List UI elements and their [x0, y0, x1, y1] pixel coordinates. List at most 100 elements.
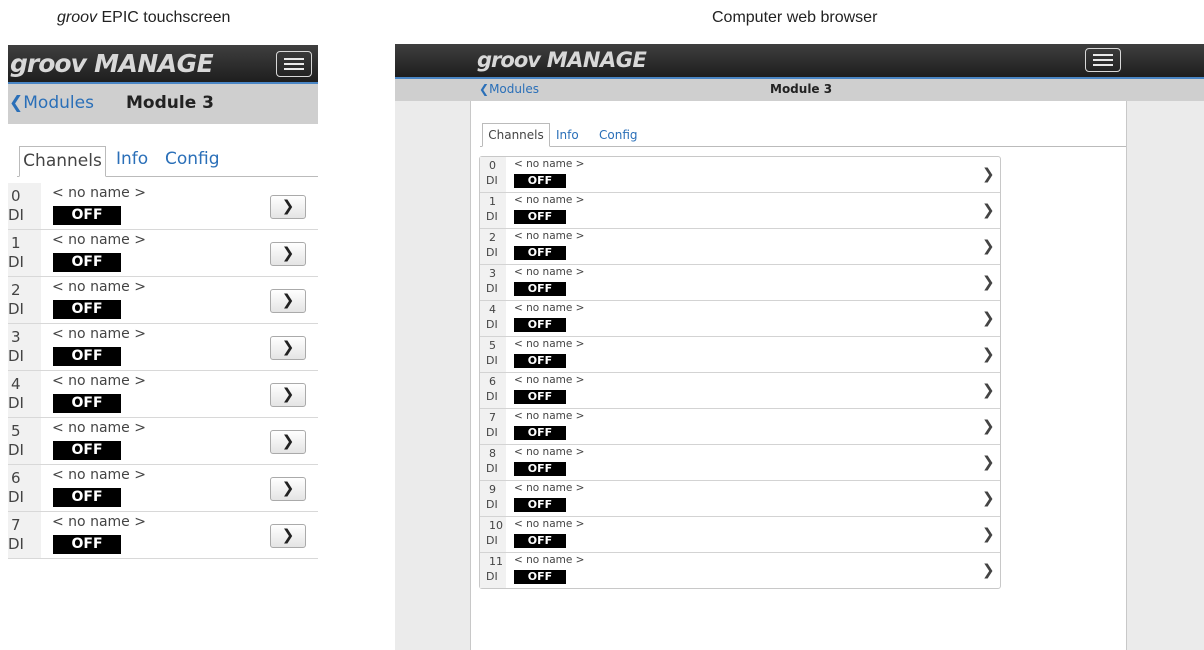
channel-row[interactable]: 3 DI < no name > OFF ❯ [8, 324, 318, 371]
channel-state-badge: OFF [53, 488, 121, 507]
channel-number: 4 [11, 375, 21, 393]
channel-name: < no name > [514, 518, 585, 530]
channel-name: < no name > [52, 279, 146, 295]
channel-row[interactable]: 1 DI < no name > OFF ❯ [8, 230, 318, 277]
channel-detail-button[interactable]: ❯ [270, 430, 306, 454]
channel-row[interactable]: 6 DI < no name > OFF ❯ [8, 465, 318, 512]
channel-row[interactable]: 7 DI < no name > OFF ❯ [8, 512, 318, 559]
channel-type: DI [8, 488, 24, 506]
channel-row[interactable]: 6 DI < no name > OFF ❯ [480, 373, 1000, 409]
channel-detail-button[interactable]: ❯ [270, 289, 306, 313]
channel-type: DI [486, 390, 498, 403]
channel-type: DI [486, 318, 498, 331]
channel-number: 7 [11, 516, 21, 534]
channel-number: 4 [489, 303, 496, 316]
channel-name: < no name > [52, 420, 146, 436]
tab-channels[interactable]: Channels [19, 146, 106, 177]
channel-name: < no name > [514, 482, 585, 494]
channel-row[interactable]: 10 DI < no name > OFF ❯ [480, 517, 1000, 553]
channel-type: DI [486, 174, 498, 187]
channel-row[interactable]: 0 DI < no name > OFF ❯ [8, 183, 318, 230]
tab-config[interactable]: Config [599, 128, 638, 142]
chevron-right-icon: ❯ [281, 432, 295, 450]
tab-info[interactable]: Info [116, 149, 148, 169]
browser-caption: Computer web browser [712, 9, 878, 26]
chevron-left-icon: ❮ [9, 93, 24, 113]
channel-row[interactable]: 7 DI < no name > OFF ❯ [480, 409, 1000, 445]
caption-touchscreen-text: EPIC touchscreen [97, 9, 231, 26]
chevron-right-icon[interactable]: ❯ [982, 453, 995, 471]
channel-row[interactable]: 8 DI < no name > OFF ❯ [480, 445, 1000, 481]
channel-state-badge: OFF [53, 253, 121, 272]
channel-number: 6 [11, 469, 21, 487]
channel-detail-button[interactable]: ❯ [270, 336, 306, 360]
channel-type: DI [486, 534, 498, 547]
channel-state-badge: OFF [53, 206, 121, 225]
chevron-right-icon[interactable]: ❯ [982, 345, 995, 363]
channel-row[interactable]: 0 DI < no name > OFF ❯ [480, 157, 1000, 193]
groov-manage-logo: groov MANAGE [477, 48, 647, 72]
chevron-right-icon[interactable]: ❯ [982, 201, 995, 219]
chevron-right-icon[interactable]: ❯ [982, 489, 995, 507]
tab-info[interactable]: Info [556, 128, 579, 142]
channel-number: 5 [489, 339, 496, 352]
channel-state-badge: OFF [53, 394, 121, 413]
channel-number: 1 [489, 195, 496, 208]
channel-list: 0 DI < no name > OFF ❯ 1 DI < no name > OFF ❯ 2 DI <… [479, 156, 1001, 589]
channel-row[interactable]: 5 DI < no name > OFF ❯ [480, 337, 1000, 373]
breadcrumb: ❮Modules Module 3 [8, 82, 318, 124]
channel-row[interactable]: 2 DI < no name > OFF ❯ [8, 277, 318, 324]
channel-row[interactable]: 1 DI < no name > OFF ❯ [480, 193, 1000, 229]
channel-detail-button[interactable]: ❯ [270, 383, 306, 407]
channel-name: < no name > [52, 326, 146, 342]
chevron-right-icon[interactable]: ❯ [982, 525, 995, 543]
channel-name: < no name > [514, 230, 585, 242]
channel-row[interactable]: 3 DI < no name > OFF ❯ [480, 265, 1000, 301]
chevron-right-icon[interactable]: ❯ [982, 309, 995, 327]
hamburger-menu-icon[interactable] [276, 51, 312, 77]
channel-detail-button[interactable]: ❯ [270, 195, 306, 219]
channel-type: DI [486, 570, 498, 583]
channel-number: 9 [489, 483, 496, 496]
channel-name: < no name > [514, 194, 585, 206]
hamburger-menu-icon[interactable] [1085, 48, 1121, 72]
chevron-right-icon: ❯ [281, 479, 295, 497]
channel-number: 10 [489, 519, 503, 532]
channel-row[interactable]: 5 DI < no name > OFF ❯ [8, 418, 318, 465]
channel-detail-button[interactable]: ❯ [270, 524, 306, 548]
left-gutter [395, 101, 471, 650]
tab-config[interactable]: Config [165, 149, 220, 169]
channel-name: < no name > [514, 302, 585, 314]
channel-state-badge: OFF [514, 426, 566, 440]
channel-row[interactable]: 4 DI < no name > OFF ❯ [8, 371, 318, 418]
channel-number: 0 [489, 159, 496, 172]
chevron-right-icon[interactable]: ❯ [982, 381, 995, 399]
channel-type: DI [486, 426, 498, 439]
channel-type: DI [486, 282, 498, 295]
right-gutter [1126, 101, 1204, 650]
channel-row[interactable]: 4 DI < no name > OFF ❯ [480, 301, 1000, 337]
channel-row[interactable]: 2 DI < no name > OFF ❯ [480, 229, 1000, 265]
channel-detail-button[interactable]: ❯ [270, 477, 306, 501]
channel-type: DI [8, 347, 24, 365]
channel-type: DI [8, 253, 24, 271]
channel-row[interactable]: 9 DI < no name > OFF ❯ [480, 481, 1000, 517]
channel-number: 2 [11, 281, 21, 299]
channel-type: DI [486, 246, 498, 259]
channel-state-badge: OFF [514, 534, 566, 548]
chevron-right-icon[interactable]: ❯ [982, 561, 995, 579]
chevron-right-icon[interactable]: ❯ [982, 237, 995, 255]
tab-channels[interactable]: Channels [482, 123, 550, 147]
back-to-modules-link[interactable]: ❮Modules [9, 93, 94, 113]
channel-name: < no name > [514, 446, 585, 458]
chevron-right-icon[interactable]: ❯ [982, 417, 995, 435]
channel-state-badge: OFF [514, 354, 566, 368]
back-to-modules-link[interactable]: ❮Modules [479, 82, 539, 96]
header-bar: groov MANAGE [8, 45, 318, 82]
channel-state-badge: OFF [53, 300, 121, 319]
chevron-right-icon[interactable]: ❯ [982, 273, 995, 291]
channel-type: DI [486, 210, 498, 223]
channel-detail-button[interactable]: ❯ [270, 242, 306, 266]
chevron-right-icon[interactable]: ❯ [982, 165, 995, 183]
channel-row[interactable]: 11 DI < no name > OFF ❯ [480, 553, 1000, 588]
